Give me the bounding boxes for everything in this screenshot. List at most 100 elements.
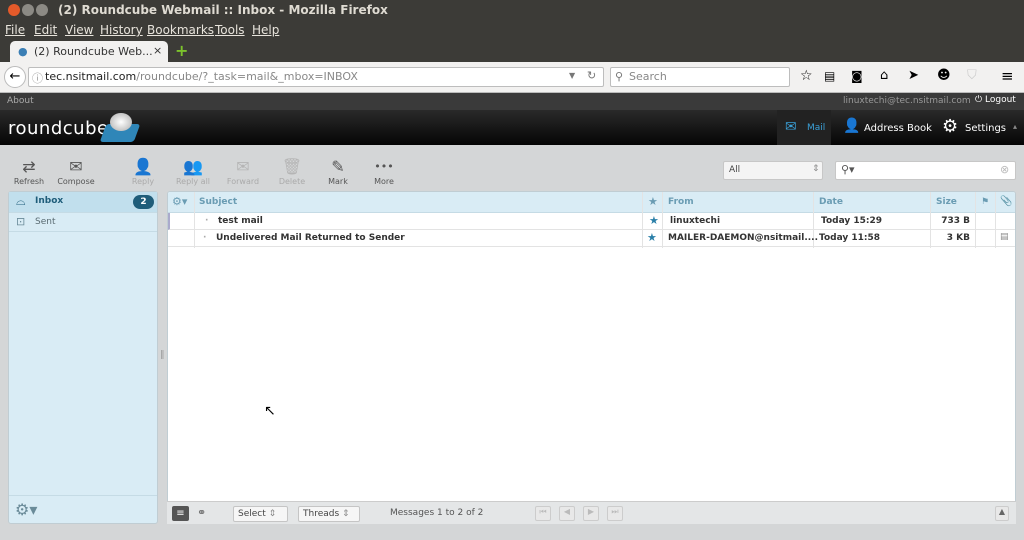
collapse-header-icon[interactable]: ▴ xyxy=(1013,122,1017,131)
task-settings-label: Settings xyxy=(965,123,1007,134)
message-row[interactable]: · Undelivered Mail Returned to Sender ★ … xyxy=(168,230,1015,247)
column-subject[interactable]: Subject xyxy=(199,197,237,207)
home-icon[interactable]: ⌂ xyxy=(880,68,888,83)
column-attachment-icon[interactable]: 📎 xyxy=(1000,196,1012,207)
logo-sphere-icon xyxy=(110,113,132,131)
mark-button[interactable]: ✎ Mark xyxy=(318,157,358,186)
star-icon[interactable]: ★ xyxy=(649,214,659,227)
message-list-footer: ≡ ⚭ Select ⇕ Threads ⇕ Messages 1 to 2 o… xyxy=(167,501,1016,524)
power-icon: ⏻ xyxy=(975,95,983,105)
folder-actions-gear-icon[interactable]: ⚙▾ xyxy=(15,500,37,519)
filter-value: All xyxy=(729,165,741,175)
info-icon: ⓘ xyxy=(32,72,43,85)
compose-button[interactable]: ✉ Compose xyxy=(56,157,96,186)
tab-close-icon[interactable]: × xyxy=(153,44,162,57)
hamburger-menu-icon[interactable]: ≡ xyxy=(1001,67,1014,85)
previous-page-button[interactable]: ◀ xyxy=(559,506,575,521)
refresh-icon: ⇄ xyxy=(22,157,36,176)
send-icon[interactable]: ➤ xyxy=(908,68,919,83)
column-from[interactable]: From xyxy=(668,197,694,207)
message-subject: test mail xyxy=(218,216,263,226)
pocket-icon[interactable]: ◙ xyxy=(851,69,863,83)
folder-sent-label: Sent xyxy=(35,217,56,227)
toggle-preview-icon[interactable]: ▲ xyxy=(995,506,1009,521)
task-address-book[interactable]: 👤 Address Book xyxy=(840,110,935,145)
more-button[interactable]: ••• More xyxy=(364,157,404,186)
forward-button[interactable]: ✉ Forward xyxy=(223,157,263,186)
reading-list-icon[interactable]: ▤ xyxy=(824,69,835,83)
mouse-cursor-icon: ↖ xyxy=(264,403,276,419)
bookmark-star-icon[interactable]: ☆ xyxy=(800,68,813,84)
shield-icon[interactable]: ⛉ xyxy=(967,68,977,83)
maximize-window-button[interactable] xyxy=(36,4,48,16)
browser-tab[interactable]: ● (2) Roundcube Web... × xyxy=(10,41,168,63)
folder-inbox-label: Inbox xyxy=(35,196,64,206)
message-size: 3 KB xyxy=(946,233,970,243)
compose-label: Compose xyxy=(57,177,95,186)
pencil-icon: ✎ xyxy=(331,157,345,176)
column-flagged-star-icon[interactable]: ★ xyxy=(648,195,658,208)
next-page-button[interactable]: ▶ xyxy=(583,506,599,521)
threads-toggle-icon[interactable]: ⚭ xyxy=(197,506,206,519)
logout-button[interactable]: ⏻ Logout xyxy=(975,95,1016,105)
chat-icon[interactable]: ☻ xyxy=(937,68,951,83)
url-bar[interactable]: ⓘ tec.nsitmail.com/roundcube/?_task=mail… xyxy=(28,67,604,87)
first-page-button[interactable]: ⏮ xyxy=(535,506,551,521)
refresh-button[interactable]: ⇄ Refresh xyxy=(9,157,49,186)
task-mail-label: Mail xyxy=(807,123,826,133)
menu-help[interactable]: Help xyxy=(252,23,279,37)
splitter-handle[interactable]: ‖ xyxy=(160,350,165,360)
url-path: /roundcube/?_task=mail&_mbox=INBOX xyxy=(136,70,358,83)
message-row[interactable]: · test mail ★ linuxtechi Today 15:29 733… xyxy=(168,213,1015,230)
search-placeholder: Search xyxy=(629,70,667,83)
unread-badge: 2 xyxy=(133,195,154,209)
search-options-icon[interactable]: ⚲▾ xyxy=(841,163,855,176)
menu-tools[interactable]: Tools xyxy=(215,23,245,37)
reset-search-icon[interactable]: ⊗ xyxy=(1000,163,1009,176)
new-tab-button[interactable]: + xyxy=(175,41,188,60)
delete-button[interactable]: 🗑 Delete xyxy=(272,157,312,186)
reply-all-button[interactable]: 👥 Reply all xyxy=(172,157,214,186)
last-page-button[interactable]: ⏭ xyxy=(607,506,623,521)
column-flag-icon[interactable]: ⚑ xyxy=(981,197,989,207)
task-address-book-label: Address Book xyxy=(864,123,932,134)
menu-history[interactable]: History xyxy=(100,23,143,37)
message-from: linuxtechi xyxy=(670,216,721,226)
username: linuxtechi@tec.nsitmail.com xyxy=(843,96,971,106)
list-view-icon[interactable]: ≡ xyxy=(172,506,189,521)
folder-sent[interactable]: ⊡ Sent xyxy=(9,212,157,232)
status-dot-icon: · xyxy=(203,233,207,243)
list-options-gear-icon[interactable]: ⚙▾ xyxy=(172,195,187,208)
roundcube-topline: About linuxtechi@tec.nsitmail.com ⏻ Logo… xyxy=(0,93,1024,110)
roundcube-header: roundcube ✉ Mail 👤 Address Book ⚙ Settin… xyxy=(0,110,1024,145)
threads-menu[interactable]: Threads ⇕ xyxy=(298,506,360,522)
reply-button[interactable]: 👤 Reply xyxy=(123,157,163,186)
select-menu[interactable]: Select ⇕ xyxy=(233,506,288,522)
about-link[interactable]: About xyxy=(7,96,34,106)
threads-label: Threads xyxy=(303,509,340,519)
task-mail[interactable]: ✉ Mail xyxy=(777,110,831,145)
reply-all-label: Reply all xyxy=(175,177,211,186)
menu-edit[interactable]: Edit xyxy=(34,23,57,37)
reload-icon[interactable]: ↻ xyxy=(587,69,596,82)
column-size[interactable]: Size xyxy=(936,197,957,207)
reply-label: Reply xyxy=(131,177,155,186)
filter-select[interactable]: All ⇕ xyxy=(723,161,823,180)
message-date: Today 15:29 xyxy=(821,216,883,226)
search-input[interactable]: ⚲ Search xyxy=(610,67,790,87)
task-settings[interactable]: ⚙ Settings xyxy=(940,110,1015,145)
roundcube-logo: roundcube xyxy=(8,118,109,139)
back-button[interactable]: ← xyxy=(4,66,26,88)
menu-file[interactable]: File xyxy=(5,23,25,37)
mail-search-input[interactable]: ⚲▾ ⊗ xyxy=(835,161,1016,180)
close-window-button[interactable] xyxy=(8,4,20,16)
folder-list: ⌓ Inbox 2 ⊡ Sent ⚙▾ xyxy=(8,191,158,524)
column-date[interactable]: Date xyxy=(819,197,843,207)
menu-bookmarks[interactable]: Bookmarks xyxy=(147,23,214,37)
dropdown-icon[interactable]: ▼ xyxy=(569,71,575,80)
star-icon[interactable]: ★ xyxy=(647,231,657,244)
minimize-window-button[interactable] xyxy=(22,4,34,16)
more-label: More xyxy=(374,177,394,186)
menu-view[interactable]: View xyxy=(65,23,93,37)
folder-inbox[interactable]: ⌓ Inbox 2 xyxy=(9,192,157,212)
